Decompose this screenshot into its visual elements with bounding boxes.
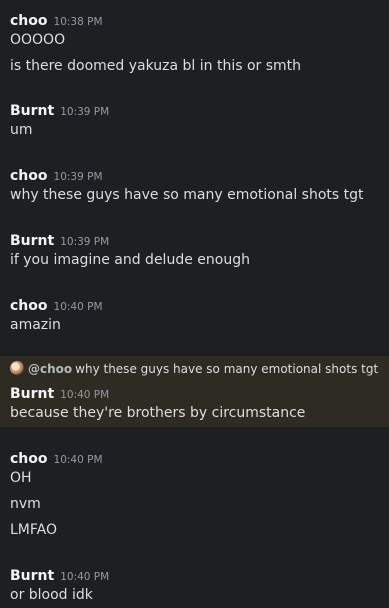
message-text: if you imagine and delude enough <box>10 252 250 268</box>
author-name[interactable]: choo <box>10 298 48 314</box>
message-text: amazin <box>10 317 61 333</box>
author-name[interactable]: choo <box>10 451 48 467</box>
message-text: OH <box>10 470 32 486</box>
reply-preview-text[interactable]: why these guys have so many emotional sh… <box>75 362 378 376</box>
timestamp[interactable]: 10:40 PM <box>60 389 109 401</box>
timestamp[interactable]: 10:40 PM <box>54 301 103 313</box>
reply-mention[interactable]: @choo <box>28 362 72 376</box>
message-text: nvm <box>10 496 41 512</box>
message-header: Burnt 10:39 PM <box>10 100 109 119</box>
message-header: Burnt 10:40 PM <box>10 565 109 584</box>
message-text: LMFAO <box>10 522 57 538</box>
timestamp[interactable]: 10:39 PM <box>54 171 103 183</box>
reply-avatar[interactable] <box>10 361 24 375</box>
author-name[interactable]: Burnt <box>10 103 54 119</box>
message-text: or blood idk <box>10 587 93 603</box>
timestamp[interactable]: 10:39 PM <box>60 106 109 118</box>
timestamp[interactable]: 10:38 PM <box>54 16 103 28</box>
message-header: choo 10:40 PM <box>10 295 103 314</box>
message-text: why these guys have so many emotional sh… <box>10 187 364 203</box>
timestamp[interactable]: 10:39 PM <box>60 236 109 248</box>
message-text: OOOOO <box>10 32 66 48</box>
message-header: Burnt 10:40 PM <box>10 383 109 402</box>
author-name[interactable]: Burnt <box>10 386 54 402</box>
author-name[interactable]: Burnt <box>10 568 54 584</box>
author-name[interactable]: choo <box>10 168 48 184</box>
message-header: choo 10:39 PM <box>10 165 103 184</box>
message-text: is there doomed yakuza bl in this or smt… <box>10 58 302 74</box>
message-text: um <box>10 122 33 138</box>
message-header: choo 10:40 PM <box>10 448 103 467</box>
timestamp[interactable]: 10:40 PM <box>60 571 109 583</box>
message-header: Burnt 10:39 PM <box>10 230 109 249</box>
author-name[interactable]: Burnt <box>10 233 54 249</box>
reply-reference[interactable]: @choo why these guys have so many emotion… <box>10 361 378 376</box>
message-header: choo 10:38 PM <box>10 10 103 29</box>
message-text: because they're brothers by circumstance <box>10 405 306 421</box>
timestamp[interactable]: 10:40 PM <box>54 454 103 466</box>
author-name[interactable]: choo <box>10 13 48 29</box>
